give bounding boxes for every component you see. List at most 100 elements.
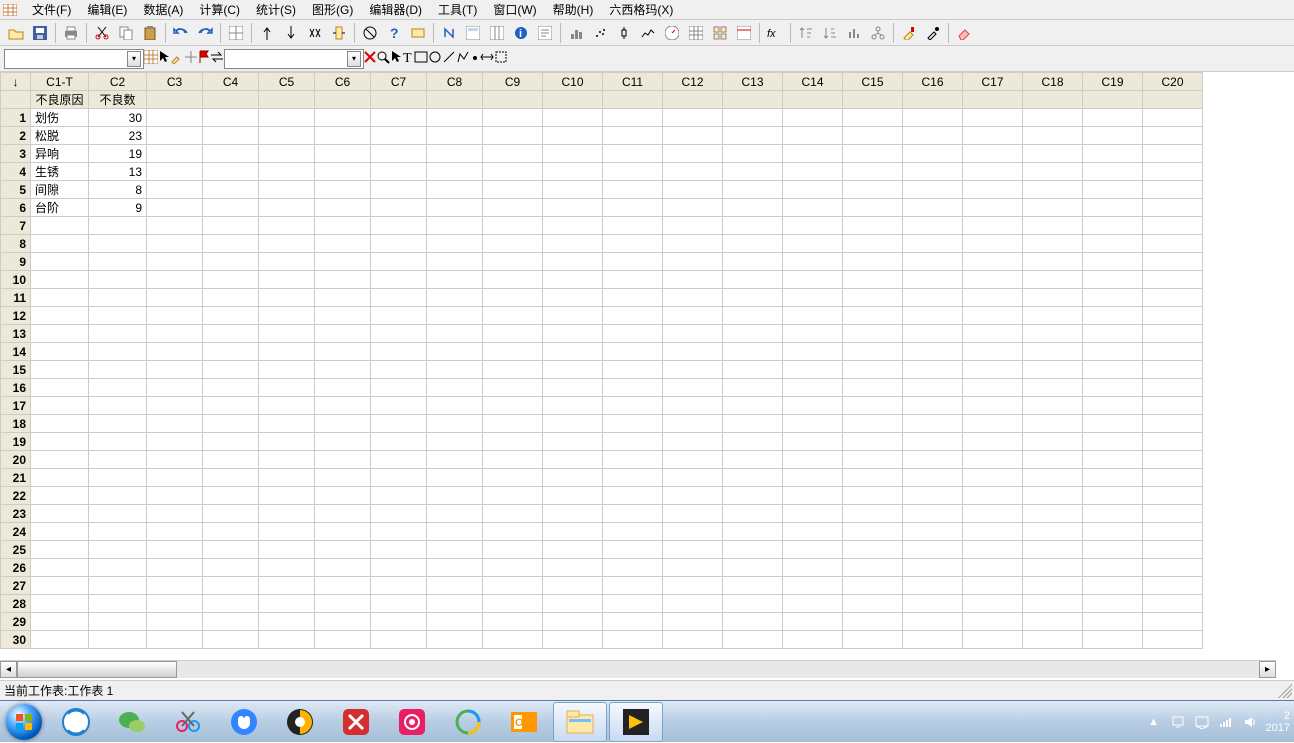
cell[interactable] xyxy=(371,577,427,595)
cell[interactable] xyxy=(783,307,843,325)
cell[interactable] xyxy=(1023,613,1083,631)
cell[interactable] xyxy=(427,613,483,631)
cell[interactable] xyxy=(783,127,843,145)
cell[interactable] xyxy=(663,109,723,127)
cell[interactable] xyxy=(1143,451,1203,469)
col-header[interactable]: C13 xyxy=(723,73,783,91)
cell[interactable] xyxy=(903,505,963,523)
cell[interactable] xyxy=(203,127,259,145)
cell[interactable] xyxy=(203,415,259,433)
subheader-cell[interactable] xyxy=(783,91,843,109)
horizontal-scrollbar[interactable]: ◂ ▸ xyxy=(0,660,1276,678)
cell[interactable] xyxy=(483,505,543,523)
cell[interactable] xyxy=(259,613,315,631)
cell[interactable] xyxy=(663,271,723,289)
cell[interactable] xyxy=(1083,541,1143,559)
cell[interactable] xyxy=(483,523,543,541)
cell[interactable] xyxy=(89,577,147,595)
cell[interactable] xyxy=(483,217,543,235)
subheader-cell[interactable] xyxy=(723,91,783,109)
cell[interactable] xyxy=(543,253,603,271)
cell[interactable] xyxy=(963,109,1023,127)
cell[interactable] xyxy=(315,469,371,487)
cell[interactable] xyxy=(903,631,963,649)
cell[interactable] xyxy=(1023,343,1083,361)
row-header[interactable]: 21 xyxy=(1,469,31,487)
cell[interactable] xyxy=(315,271,371,289)
cell[interactable] xyxy=(903,235,963,253)
cell[interactable] xyxy=(1023,559,1083,577)
cell[interactable] xyxy=(31,379,89,397)
redo-button[interactable] xyxy=(194,22,216,44)
cell[interactable] xyxy=(843,415,903,433)
cell[interactable] xyxy=(723,505,783,523)
cell[interactable] xyxy=(1083,181,1143,199)
cell[interactable] xyxy=(315,379,371,397)
cell[interactable] xyxy=(1143,253,1203,271)
cell[interactable] xyxy=(203,613,259,631)
cell[interactable] xyxy=(203,289,259,307)
cell[interactable] xyxy=(259,181,315,199)
cell[interactable] xyxy=(483,235,543,253)
col-header[interactable]: C14 xyxy=(783,73,843,91)
cell[interactable] xyxy=(723,559,783,577)
row-header[interactable]: 25 xyxy=(1,541,31,559)
cell[interactable] xyxy=(543,631,603,649)
cell[interactable] xyxy=(903,307,963,325)
cell[interactable] xyxy=(483,163,543,181)
cell[interactable] xyxy=(483,343,543,361)
col-header[interactable]: C18 xyxy=(1023,73,1083,91)
cell[interactable] xyxy=(1143,487,1203,505)
cell[interactable] xyxy=(1023,271,1083,289)
chart-button[interactable] xyxy=(843,22,865,44)
cell[interactable] xyxy=(147,613,203,631)
row-header[interactable]: 14 xyxy=(1,343,31,361)
cell[interactable] xyxy=(371,325,427,343)
cell[interactable]: 间隙 xyxy=(31,181,89,199)
layout-button[interactable] xyxy=(709,22,731,44)
cell[interactable] xyxy=(603,343,663,361)
cell[interactable] xyxy=(371,487,427,505)
cell[interactable] xyxy=(903,361,963,379)
cell[interactable] xyxy=(963,595,1023,613)
cell[interactable] xyxy=(483,541,543,559)
cell[interactable] xyxy=(723,433,783,451)
cell[interactable] xyxy=(147,109,203,127)
cell[interactable] xyxy=(31,613,89,631)
cell[interactable] xyxy=(1143,541,1203,559)
cell[interactable] xyxy=(843,235,903,253)
cell[interactable] xyxy=(371,505,427,523)
cell[interactable] xyxy=(1023,217,1083,235)
cell[interactable] xyxy=(723,361,783,379)
cell[interactable] xyxy=(427,469,483,487)
cell[interactable] xyxy=(147,271,203,289)
cell[interactable] xyxy=(663,595,723,613)
cell[interactable] xyxy=(427,289,483,307)
cell[interactable] xyxy=(723,163,783,181)
cell[interactable] xyxy=(903,613,963,631)
cell[interactable] xyxy=(259,397,315,415)
cell[interactable]: 13 xyxy=(89,163,147,181)
sort2-button[interactable] xyxy=(819,22,841,44)
taskbar-app-baidu[interactable] xyxy=(217,702,271,742)
cell[interactable] xyxy=(543,415,603,433)
cell[interactable] xyxy=(371,163,427,181)
cell[interactable] xyxy=(1143,505,1203,523)
cell[interactable] xyxy=(903,541,963,559)
row-header[interactable]: 28 xyxy=(1,595,31,613)
cell[interactable] xyxy=(843,361,903,379)
cell[interactable] xyxy=(723,451,783,469)
cell[interactable] xyxy=(663,631,723,649)
cell[interactable] xyxy=(843,253,903,271)
col-header[interactable]: C12 xyxy=(663,73,723,91)
cell[interactable] xyxy=(427,451,483,469)
cell[interactable] xyxy=(963,271,1023,289)
cell[interactable] xyxy=(1143,289,1203,307)
cell[interactable] xyxy=(963,415,1023,433)
cell[interactable] xyxy=(843,163,903,181)
cell[interactable]: 生锈 xyxy=(31,163,89,181)
cell[interactable] xyxy=(371,127,427,145)
cell[interactable] xyxy=(843,307,903,325)
menu-data[interactable]: 数据(A) xyxy=(135,0,191,20)
hist-button[interactable] xyxy=(565,22,587,44)
